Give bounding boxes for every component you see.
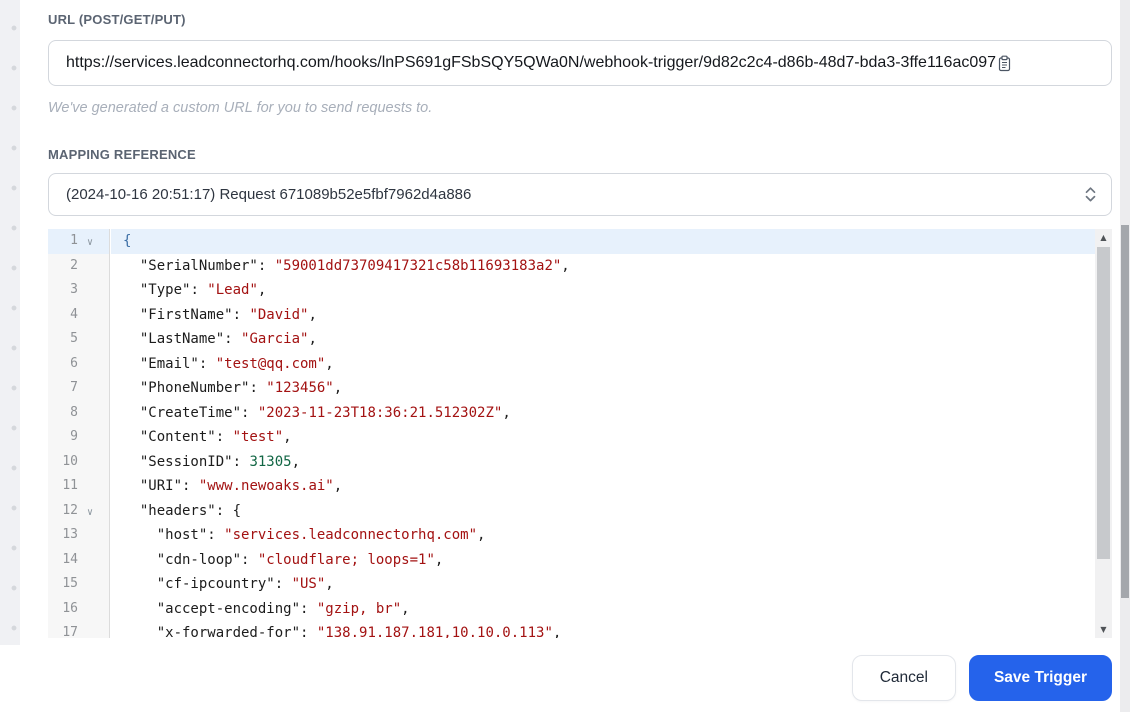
url-label: URL (POST/GET/PUT) <box>48 12 186 27</box>
code-line[interactable]: "cf-ipcountry": "US", <box>111 572 1095 597</box>
code-line[interactable]: "Content": "test", <box>111 425 1095 450</box>
line-number: 3 <box>70 282 78 297</box>
up-down-chevron-icon <box>1084 185 1097 204</box>
json-code-editor[interactable]: 1 ∨ 2 3 4 5 6 7 8 9 10 11 12 ∨ 13 14 15 16 17 { "SerialNum… <box>48 229 1112 638</box>
line-number: 8 <box>70 404 78 420</box>
line-number: 15 <box>62 576 78 591</box>
code-line[interactable]: "FirstName": "David", <box>111 303 1095 328</box>
code-line[interactable]: "x-forwarded-for": "138.91.187.181,10.10… <box>111 621 1095 638</box>
scroll-down-icon[interactable]: ▼ <box>1095 621 1112 638</box>
gutter-line: 4 <box>48 303 109 328</box>
code-line[interactable]: { <box>111 229 1095 254</box>
code-line[interactable]: "LastName": "Garcia", <box>111 327 1095 352</box>
code-line[interactable]: "Type": "Lead", <box>111 278 1095 303</box>
code-line[interactable]: "cdn-loop": "cloudflare; loops=1", <box>111 548 1095 573</box>
form-content: URL (POST/GET/PUT) https://services.lead… <box>20 0 1120 701</box>
footer-actions: Cancel Save Trigger <box>48 655 1112 701</box>
gutter-line: 1 ∨ <box>48 229 109 254</box>
line-number: 13 <box>62 527 78 542</box>
gutter-line: 6 <box>48 352 109 377</box>
line-number: 10 <box>62 453 78 469</box>
code-line[interactable]: "CreateTime": "2023-11-23T18:36:21.51230… <box>111 401 1095 426</box>
url-input[interactable]: https://services.leadconnectorhq.com/hoo… <box>48 40 1112 86</box>
fold-arrow-icon[interactable]: ∨ <box>78 501 102 526</box>
gutter-line: 12 ∨ <box>48 499 109 524</box>
scroll-up-icon[interactable]: ▲ <box>1095 229 1112 246</box>
gutter-line: 16 <box>48 597 109 622</box>
editor-gutter: 1 ∨ 2 3 4 5 6 7 8 9 10 11 12 ∨ 13 14 15 16 17 <box>48 229 110 638</box>
gutter-line: 9 <box>48 425 109 450</box>
code-line[interactable]: "headers": { <box>111 499 1095 524</box>
clipboard-copy-icon[interactable] <box>997 55 1012 72</box>
line-number: 17 <box>62 625 78 638</box>
gutter-line: 17 <box>48 621 109 638</box>
code-line[interactable]: "SerialNumber": "59001dd73709417321c58b1… <box>111 254 1095 279</box>
line-number: 12 <box>62 502 78 518</box>
url-value: https://services.leadconnectorhq.com/hoo… <box>66 54 997 71</box>
code-line[interactable]: "SessionID": 31305, <box>111 450 1095 475</box>
line-number: 7 <box>70 380 78 395</box>
code-line[interactable]: "URI": "www.newoaks.ai", <box>111 474 1095 499</box>
fold-arrow-icon[interactable]: ∨ <box>78 231 102 256</box>
page-scrollbar[interactable] <box>1120 0 1130 712</box>
save-trigger-button[interactable]: Save Trigger <box>968 655 1112 701</box>
line-number: 4 <box>70 306 78 322</box>
webhook-trigger-panel: URL (POST/GET/PUT) https://services.lead… <box>0 0 1130 712</box>
gutter-line: 13 <box>48 523 109 548</box>
selected-option: (2024-10-16 20:51:17) Request 671089b52e… <box>66 186 472 203</box>
editor-scrollbar-thumb[interactable] <box>1097 247 1110 559</box>
gutter-line: 14 <box>48 548 109 573</box>
gutter-line: 8 <box>48 401 109 426</box>
line-number: 2 <box>70 257 78 273</box>
left-dots-strip <box>0 0 20 645</box>
code-line[interactable]: "host": "services.leadconnectorhq.com", <box>111 523 1095 548</box>
line-number: 16 <box>62 600 78 616</box>
code-line[interactable]: "accept-encoding": "gzip, br", <box>111 597 1095 622</box>
editor-scrollbar[interactable]: ▲ ▼ <box>1095 229 1112 638</box>
line-number: 9 <box>70 429 78 444</box>
line-number: 14 <box>62 551 78 567</box>
url-helper-text: We've generated a custom URL for you to … <box>48 100 433 116</box>
line-number: 1 <box>70 233 78 248</box>
gutter-line: 15 <box>48 572 109 597</box>
gutter-line: 10 <box>48 450 109 475</box>
line-number: 6 <box>70 355 78 371</box>
gutter-line: 5 <box>48 327 109 352</box>
mapping-reference-select[interactable]: (2024-10-16 20:51:17) Request 671089b52e… <box>48 173 1112 216</box>
code-line[interactable]: "PhoneNumber": "123456", <box>111 376 1095 401</box>
gutter-line: 7 <box>48 376 109 401</box>
cancel-button[interactable]: Cancel <box>851 655 956 701</box>
gutter-line: 2 <box>48 254 109 279</box>
gutter-line: 3 <box>48 278 109 303</box>
code-line[interactable]: "Email": "test@qq.com", <box>111 352 1095 377</box>
line-number: 5 <box>70 331 78 346</box>
line-number: 11 <box>62 478 78 493</box>
mapping-reference-label: MAPPING REFERENCE <box>48 147 196 162</box>
page-scrollbar-thumb[interactable] <box>1121 225 1129 598</box>
gutter-line: 11 <box>48 474 109 499</box>
editor-lines[interactable]: { "SerialNumber": "59001dd73709417321c58… <box>111 229 1095 638</box>
